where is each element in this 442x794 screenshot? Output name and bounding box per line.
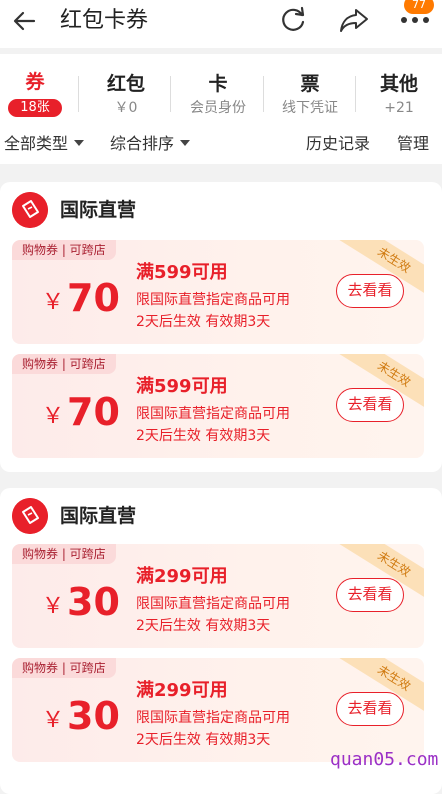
tab-count: 18张 — [8, 99, 62, 117]
type-filter-label: 全部类型 — [4, 134, 69, 153]
tab-title: 卡 — [208, 73, 228, 95]
view-coupon-button[interactable]: 去看看 — [336, 388, 404, 422]
tab-coupons[interactable]: 券 18张 — [0, 54, 70, 124]
caret-down-icon — [74, 139, 85, 146]
coupon-condition: 满299可用 — [136, 566, 228, 587]
coupon-validity: 2天后生效 有效期3天 — [136, 618, 271, 634]
view-coupon-button[interactable]: 去看看 — [336, 692, 404, 726]
tab-divider — [170, 76, 171, 112]
view-coupon-button[interactable]: 去看看 — [336, 274, 404, 308]
tab-divider — [78, 76, 79, 112]
share-icon[interactable] — [338, 5, 370, 35]
coupon-card: 购物券 | 可跨店 ￥ 30 满299可用 限国际直营指定商品可用 2天后生效 … — [12, 658, 424, 762]
coupon-amount: 70 — [67, 276, 120, 320]
filter-bar: 全部类型 综合排序 历史记录 管理 — [0, 124, 442, 164]
view-coupon-button[interactable]: 去看看 — [336, 578, 404, 612]
coupon-scope: 限国际直营指定商品可用 — [136, 292, 290, 308]
category-tabs: 券 18张 红包 ￥0 卡 会员身份 票 线下凭证 其他 +21 — [0, 54, 442, 124]
coupon-condition: 满299可用 — [136, 680, 228, 701]
currency-symbol: ￥ — [42, 594, 65, 619]
coupon-amount: 30 — [67, 694, 120, 738]
ticket-icon — [12, 192, 48, 228]
coupon-validity: 2天后生效 有效期3天 — [136, 732, 271, 748]
currency-symbol: ￥ — [42, 290, 65, 315]
coupon-card: 购物券 | 可跨店 ￥ 30 满299可用 限国际直营指定商品可用 2天后生效 … — [12, 544, 424, 648]
coupon-validity: 2天后生效 有效期3天 — [136, 314, 271, 330]
tab-title: 其他 — [379, 73, 418, 95]
coupon-card: 购物券 | 可跨店 ￥ 70 满599可用 限国际直营指定商品可用 2天后生效 … — [12, 354, 424, 458]
tab-sub: 会员身份 — [190, 100, 246, 116]
tab-title: 票 — [300, 73, 320, 95]
tab-title: 券 — [25, 71, 45, 93]
coupon-amount: 70 — [67, 390, 120, 434]
tab-cards[interactable]: 卡 会员身份 — [172, 54, 264, 124]
coupon-tag: 购物券 | 可跨店 — [12, 240, 116, 260]
tab-title: 红包 — [106, 73, 145, 95]
sort-dropdown[interactable]: 综合排序 — [110, 132, 191, 156]
coupon-tag: 购物券 | 可跨店 — [12, 658, 116, 678]
tab-sub: 线下凭证 — [282, 100, 338, 116]
tab-red-packets[interactable]: 红包 ￥0 — [80, 54, 172, 124]
currency-symbol: ￥ — [42, 708, 65, 733]
tab-sub: ￥0 — [114, 100, 138, 116]
top-bar: 红包卡券 77 — [0, 0, 442, 48]
manage-link[interactable]: 管理 — [397, 132, 429, 156]
page-title: 红包卡券 — [60, 8, 149, 33]
store-name: 国际直营 — [60, 505, 137, 527]
coupon-card: 购物券 | 可跨店 ￥ 70 满599可用 限国际直营指定商品可用 2天后生效 … — [12, 240, 424, 344]
notification-badge: 77 — [404, 0, 434, 14]
coupon-tag: 购物券 | 可跨店 — [12, 544, 116, 564]
store-name: 国际直营 — [60, 199, 137, 221]
tab-sub: +21 — [384, 100, 414, 116]
currency-symbol: ￥ — [42, 404, 65, 429]
coupon-scope: 限国际直营指定商品可用 — [136, 406, 290, 422]
type-filter-dropdown[interactable]: 全部类型 — [4, 132, 85, 156]
coupon-scope: 限国际直营指定商品可用 — [136, 596, 290, 612]
refresh-icon[interactable] — [278, 5, 308, 35]
coupon-validity: 2天后生效 有效期3天 — [136, 428, 271, 444]
coupon-tag: 购物券 | 可跨店 — [12, 354, 116, 374]
watermark-text: quan05.com — [330, 749, 439, 770]
tab-tickets[interactable]: 票 线下凭证 — [264, 54, 356, 124]
caret-down-icon — [180, 139, 191, 146]
tab-others[interactable]: 其他 +21 — [356, 54, 442, 124]
ticket-icon — [12, 498, 48, 534]
coupon-amount: 30 — [67, 580, 120, 624]
history-link[interactable]: 历史记录 — [306, 132, 370, 156]
sort-label: 综合排序 — [110, 134, 175, 153]
coupon-condition: 满599可用 — [136, 262, 228, 283]
coupon-condition: 满599可用 — [136, 376, 228, 397]
coupon-scope: 限国际直营指定商品可用 — [136, 710, 290, 726]
store-group: 国际直营 购物券 | 可跨店 ￥ 70 满599可用 限国际直营指定商品可用 2… — [0, 182, 442, 472]
back-arrow-icon[interactable] — [10, 6, 40, 36]
